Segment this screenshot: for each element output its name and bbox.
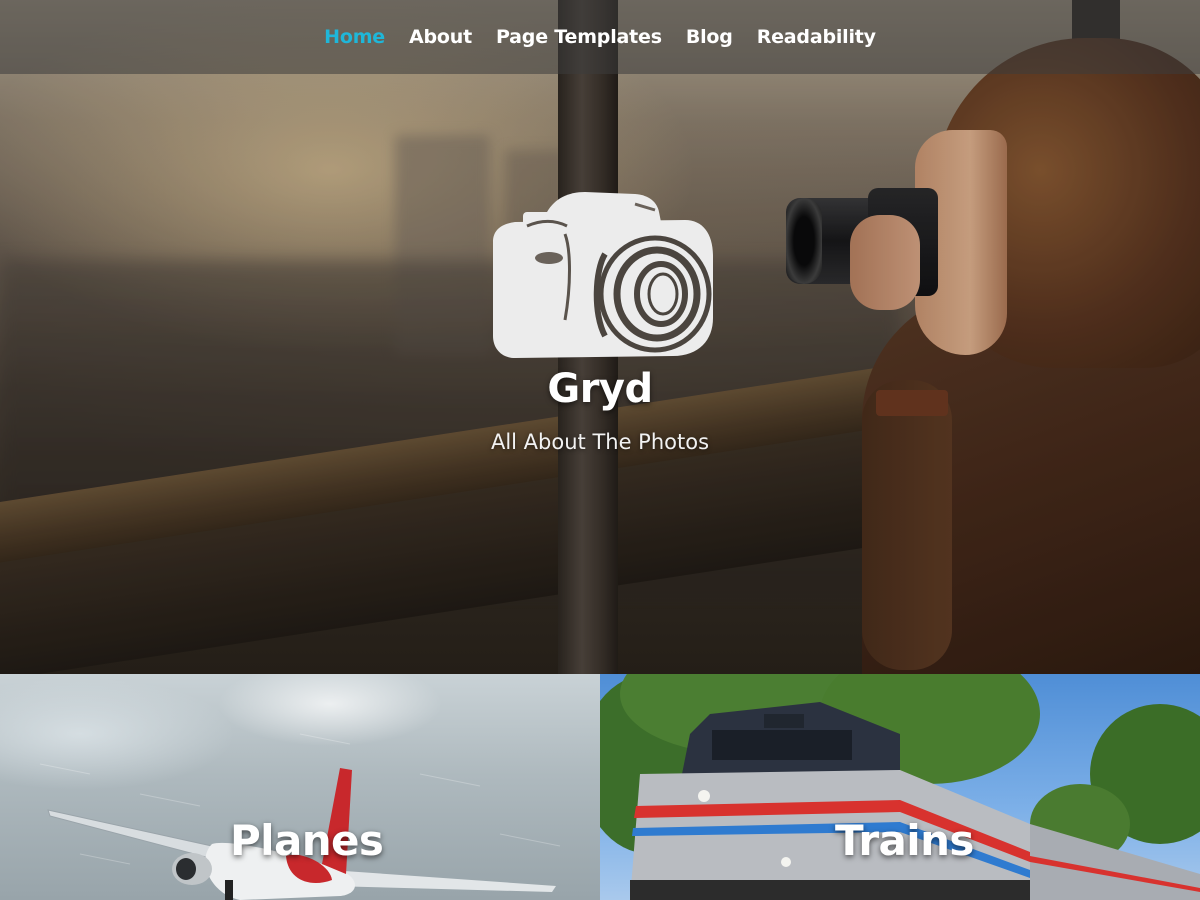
site-title[interactable]: Gryd bbox=[0, 366, 1200, 412]
tile-title-trains: Trains bbox=[835, 816, 974, 865]
camera-icon bbox=[493, 192, 713, 358]
site-description: All About The Photos bbox=[490, 430, 710, 454]
nav-blog[interactable]: Blog bbox=[686, 26, 733, 48]
nav-home[interactable]: Home bbox=[324, 26, 385, 48]
featured-tiles: Planes Trains bbox=[0, 674, 1200, 900]
tile-trains[interactable]: Trains bbox=[600, 674, 1200, 900]
site-logo-link[interactable] bbox=[485, 190, 715, 362]
tile-planes[interactable]: Planes bbox=[0, 674, 600, 900]
airplane-image bbox=[39, 733, 561, 900]
train-image bbox=[600, 674, 1200, 900]
site-branding: Gryd All About The Photos bbox=[0, 190, 1200, 454]
tile-title-planes: Planes bbox=[230, 816, 384, 865]
nav-about[interactable]: About bbox=[409, 26, 472, 48]
main-navigation: Home About Page Templates Blog Readabili… bbox=[0, 0, 1200, 74]
nav-page-templates[interactable]: Page Templates bbox=[496, 26, 662, 48]
nav-readability[interactable]: Readability bbox=[757, 26, 876, 48]
